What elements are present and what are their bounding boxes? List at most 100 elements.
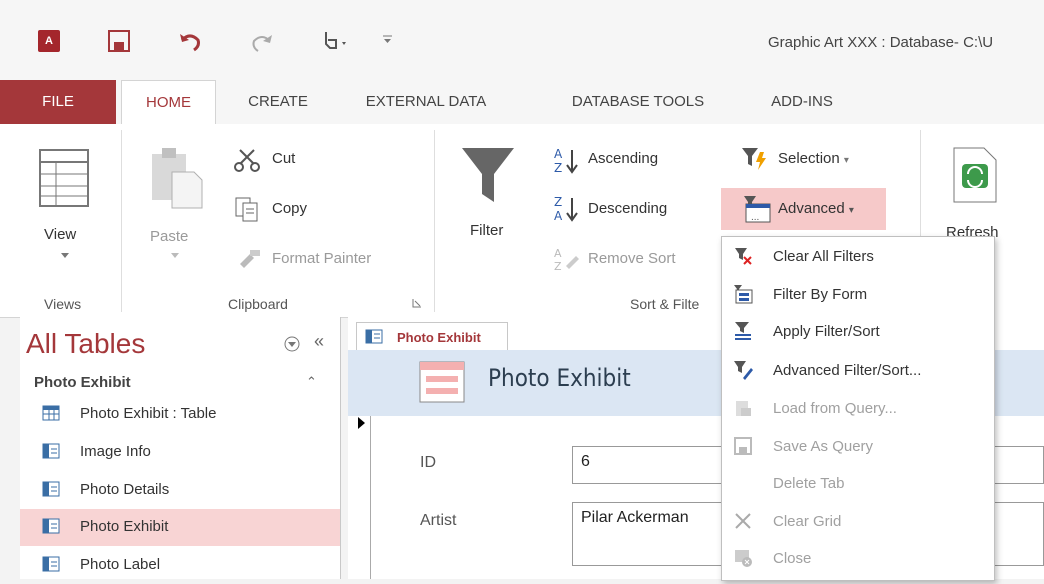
collapse-group-icon[interactable]: ⌃ (306, 374, 317, 390)
copy-button[interactable]: Copy (272, 200, 307, 217)
copy-icon[interactable] (234, 196, 260, 222)
tab-database-tools[interactable]: DATABASE TOOLS (548, 80, 728, 124)
menu-item-apply-filter-sort[interactable]: Apply Filter/Sort (721, 313, 993, 350)
tab-create[interactable]: CREATE (228, 80, 328, 124)
menu-item-label: Save As Query (773, 438, 874, 455)
paste-button[interactable]: Paste (150, 228, 188, 245)
selection-filter-icon[interactable] (740, 146, 768, 172)
chevron-down-icon: ▾ (843, 155, 849, 166)
view-button[interactable]: View (44, 226, 76, 243)
group-label-views: Views (44, 296, 82, 312)
nav-item-label: Image Info (80, 443, 151, 460)
menu-item-clear-all-filters[interactable]: Clear All Filters (721, 238, 993, 275)
nav-item-photo-exhibit[interactable]: Photo Exhibit (20, 509, 340, 546)
menu-item-advanced-filter-sort[interactable]: Advanced Filter/Sort... (721, 352, 993, 389)
nav-item-photo-label[interactable]: Photo Label (20, 547, 340, 584)
save-query-icon (734, 437, 752, 455)
menu-item-label: Apply Filter/Sort (773, 323, 880, 340)
ribbon-separator (434, 130, 435, 312)
form-header-icon (419, 361, 465, 403)
nav-item-photo-details[interactable]: Photo Details (20, 472, 340, 509)
tab-home[interactable]: HOME (121, 80, 216, 125)
menu-item-filter-by-form[interactable]: Filter By Form (721, 276, 993, 313)
group-label-clipboard: Clipboard (228, 296, 288, 312)
view-dropdown-icon[interactable] (60, 252, 70, 260)
save-icon[interactable] (108, 30, 130, 52)
sort-ascending-icon[interactable]: A Z (552, 146, 580, 174)
load-query-icon (736, 401, 751, 416)
svg-text:A: A (554, 247, 562, 260)
nav-item-photo-exhibit-table[interactable]: Photo Exhibit : Table (20, 396, 340, 433)
ascending-button[interactable]: Ascending (588, 150, 658, 167)
menu-item-delete-tab[interactable]: Delete Tab (721, 465, 993, 502)
menu-item-label: Advanced Filter/Sort... (773, 362, 922, 379)
svg-text:A: A (554, 209, 563, 222)
undo-icon[interactable] (178, 30, 202, 52)
nav-item-label: Photo Exhibit : Table (80, 405, 217, 422)
table-icon (42, 405, 60, 421)
cut-button[interactable]: Cut (272, 150, 295, 167)
sort-descending-icon[interactable]: Z A (552, 194, 580, 222)
refresh-icon[interactable] (950, 146, 1000, 204)
clear-grid-icon (735, 513, 751, 529)
nav-pane-title[interactable]: All Tables (26, 328, 145, 360)
advanced-label: Advanced ▾ (778, 200, 854, 217)
format-painter-button[interactable]: Format Painter (272, 250, 371, 267)
remove-sort-icon[interactable]: A Z (552, 246, 580, 272)
nav-item-image-info[interactable]: Image Info (20, 434, 340, 471)
menu-item-close[interactable]: Close (721, 540, 993, 577)
svg-text:Z: Z (554, 195, 562, 209)
format-painter-icon[interactable] (236, 248, 262, 268)
menu-item-load-from-query[interactable]: Load from Query... (721, 390, 993, 427)
menu-item-clear-grid[interactable]: Clear Grid (721, 503, 993, 540)
menu-item-label: Clear Grid (773, 513, 842, 530)
view-icon[interactable] (38, 148, 92, 210)
paste-icon[interactable] (148, 146, 204, 210)
nav-item-label: Photo Details (80, 481, 170, 498)
selection-label: Selection (778, 150, 840, 167)
nav-item-label: Photo Label (80, 556, 161, 573)
filter-by-form-icon (734, 285, 753, 304)
apply-filter-icon (735, 322, 751, 340)
menu-item-label: Load from Query... (773, 400, 897, 417)
paste-dropdown-icon[interactable] (170, 252, 180, 260)
record-selector[interactable] (348, 416, 371, 579)
filter-icon[interactable] (460, 144, 516, 208)
menu-item-save-as-query[interactable]: Save As Query (721, 428, 993, 465)
document-tab-photo-exhibit[interactable]: Photo Exhibit (356, 322, 508, 351)
cut-icon[interactable] (234, 148, 260, 172)
form-icon (42, 556, 60, 572)
remove-sort-button[interactable]: Remove Sort (588, 250, 676, 267)
form-icon (42, 481, 60, 497)
menu-item-label: Filter By Form (773, 286, 868, 303)
artist-label: Artist (420, 512, 457, 529)
window-title: Graphic Art XXX : Database- C:\U (768, 34, 994, 51)
menu-item-label: Close (773, 550, 812, 567)
customize-qat-icon[interactable] (382, 34, 394, 46)
group-label-sort-filter: Sort & Filte (630, 296, 700, 312)
shutter-bar-close-icon[interactable]: « (314, 331, 324, 352)
advanced-text: Advanced (778, 200, 845, 217)
form-icon (42, 518, 60, 534)
nav-menu-dropdown-icon[interactable] (284, 336, 300, 352)
svg-text:Z: Z (554, 161, 562, 174)
descending-button[interactable]: Descending (588, 200, 667, 217)
touch-mode-icon[interactable] (318, 28, 348, 52)
form-icon (42, 443, 60, 459)
id-field-extension (990, 446, 1044, 484)
nav-group-header[interactable]: Photo Exhibit (34, 374, 131, 391)
advanced-filter-icon (734, 361, 753, 380)
selection-button[interactable]: Selection ▾ (778, 150, 849, 167)
access-app-icon: A (38, 30, 60, 52)
dialog-launcher-icon[interactable] (412, 298, 422, 308)
filter-button[interactable]: Filter (470, 222, 503, 239)
id-label: ID (420, 454, 436, 471)
tab-add-ins[interactable]: ADD-INS (752, 80, 852, 124)
menu-item-label: Clear All Filters (773, 248, 874, 265)
current-record-icon (358, 417, 365, 429)
chevron-down-icon: ▾ (848, 205, 854, 216)
tab-external-data[interactable]: EXTERNAL DATA (336, 80, 516, 124)
tab-file[interactable]: FILE (0, 80, 116, 124)
ribbon-separator (121, 130, 122, 312)
redo-icon[interactable] (250, 31, 280, 53)
